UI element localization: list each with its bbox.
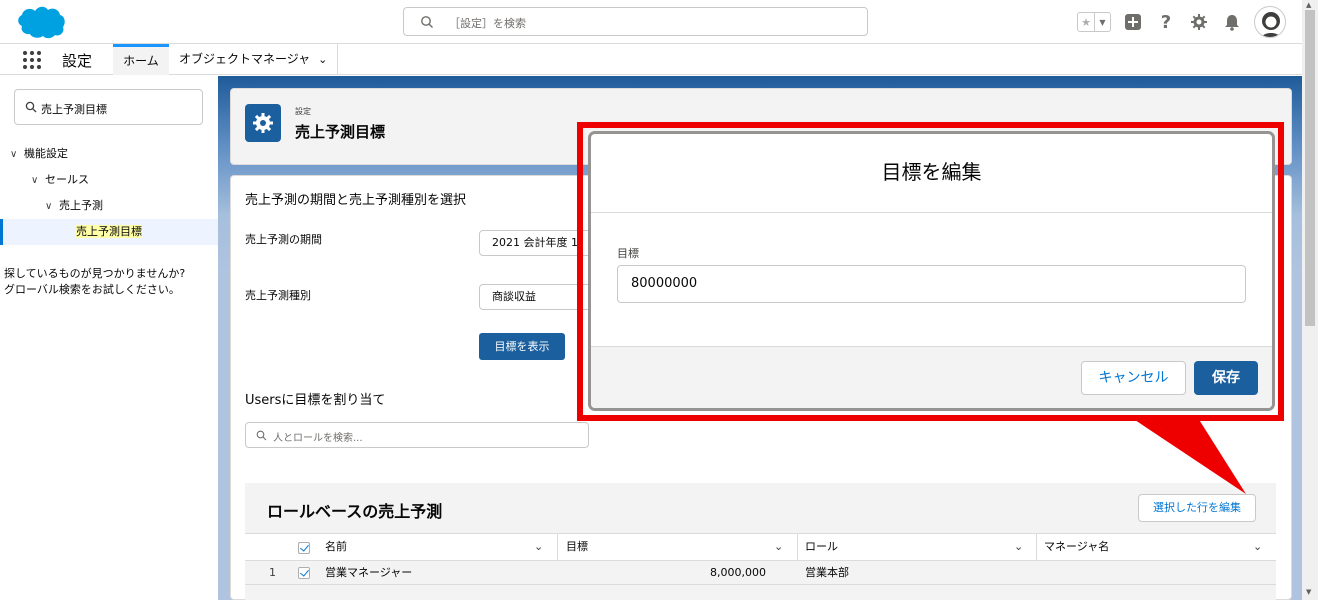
tree-item-feature-settings[interactable]: ∨ 機能設定 xyxy=(0,141,218,167)
tree-item-label: 機能設定 xyxy=(24,147,68,160)
quick-find-value: 売上予測目標 xyxy=(41,103,107,116)
scrollbar-thumb[interactable] xyxy=(1305,10,1315,326)
app-launcher-icon[interactable] xyxy=(22,50,42,70)
column-header-role[interactable]: ロール xyxy=(805,534,838,560)
star-icon[interactable]: ★ xyxy=(1078,13,1094,31)
period-label: 売上予測の期間 xyxy=(245,233,322,246)
table-row[interactable]: 1 営業マネージャー 8,000,000 営業本部 xyxy=(245,561,1276,585)
quick-find-input[interactable]: 売上予測目標 xyxy=(14,89,203,125)
chevron-down-icon[interactable]: ⌄ xyxy=(534,540,543,553)
page-subtitle: 設定 xyxy=(295,107,311,116)
chevron-down-icon[interactable]: ⌄ xyxy=(318,44,327,75)
tree-item-label: 売上予測目標 xyxy=(76,225,142,238)
setup-gear-icon[interactable] xyxy=(1188,11,1210,33)
tree-item-label: セールス xyxy=(45,173,89,186)
edit-selected-rows-button[interactable]: 選択した行を編集 xyxy=(1138,494,1256,522)
column-header-manager[interactable]: マネージャ名 xyxy=(1044,534,1109,560)
cell-role: 営業本部 xyxy=(805,566,849,579)
row-number: 1 xyxy=(269,566,276,579)
role-forecast-section: ロールベースの売上予測 選択した行を編集 名前 ⌄ 目標 ⌄ ロール ⌄ マネー… xyxy=(245,483,1276,600)
role-section-title: ロールベースの売上予測 xyxy=(267,502,443,521)
setup-sidebar: 売上予測目標 ∨ 機能設定 ∨ セールス ∨ 売上予測 売上予測目標 探しているものが… xyxy=(0,76,218,600)
tab-home[interactable]: ホーム xyxy=(113,44,169,75)
column-header-target[interactable]: 目標 xyxy=(566,534,588,560)
favorites-dropdown-icon[interactable]: ▼ xyxy=(1094,13,1110,31)
global-header: ［設定］を検索 ★ ▼ ? xyxy=(0,0,1302,44)
tree-item-forecasts[interactable]: ∨ 売上予測 xyxy=(0,193,218,219)
notification-bell-icon[interactable] xyxy=(1221,11,1243,33)
cell-name: 営業マネージャー xyxy=(325,566,413,579)
app-navbar: 設定 ホーム オブジェクトマネージャ ⌄ xyxy=(0,44,1302,75)
favorites-control[interactable]: ★ ▼ xyxy=(1077,12,1111,32)
search-icon xyxy=(256,430,267,441)
chevron-down-icon[interactable]: ∨ xyxy=(31,168,45,194)
page-title: 売上予測目標 xyxy=(295,123,386,141)
sidebar-help-text: 探しているものが見つかりませんか? グローバル検索をお試しください。 xyxy=(4,266,185,298)
salesforce-logo[interactable] xyxy=(14,5,66,39)
app-name: 設定 xyxy=(62,52,93,70)
tree-item-label: 売上予測 xyxy=(59,199,103,212)
tree-item-forecast-quotas[interactable]: 売上予測目標 xyxy=(0,219,218,245)
chevron-down-icon[interactable]: ⌄ xyxy=(1253,540,1262,553)
search-icon xyxy=(421,16,433,28)
setup-gear-icon xyxy=(245,104,281,142)
assign-targets-title: Usersに目標を割り当て xyxy=(245,393,386,408)
help-line-2: グローバル検索をお試しください。 xyxy=(4,283,180,296)
column-divider xyxy=(557,534,558,560)
add-icon[interactable] xyxy=(1122,11,1144,33)
table-header-row: 名前 ⌄ 目標 ⌄ ロール ⌄ マネージャ名 ⌄ xyxy=(245,533,1276,561)
column-header-name[interactable]: 名前 xyxy=(325,534,347,560)
global-search-input[interactable]: ［設定］を検索 xyxy=(403,7,868,36)
setup-tree: ∨ 機能設定 ∨ セールス ∨ 売上予測 売上予測目標 xyxy=(0,141,218,245)
red-highlight-box xyxy=(577,122,1284,421)
tab-object-manager[interactable]: オブジェクトマネージャ ⌄ xyxy=(169,44,339,75)
chevron-down-icon[interactable]: ∨ xyxy=(10,142,24,168)
role-forecast-table: 名前 ⌄ 目標 ⌄ ロール ⌄ マネージャ名 ⌄ 1 営業マネージャー 8,00… xyxy=(245,533,1276,585)
chevron-down-icon[interactable]: ∨ xyxy=(45,194,59,220)
tab-object-manager-label: オブジェクトマネージャ xyxy=(179,52,311,66)
page-scrollbar[interactable]: ▲ ▼ xyxy=(1302,0,1318,600)
help-line-1: 探しているものが見つかりませんか? xyxy=(4,267,186,280)
red-annotation-arrow xyxy=(1132,418,1246,494)
people-search-placeholder: 人とロールを検索... xyxy=(273,433,363,444)
forecast-type-label: 売上予測種別 xyxy=(245,289,311,302)
column-divider xyxy=(797,534,798,560)
people-role-search-input[interactable]: 人とロールを検索... xyxy=(245,422,589,448)
row-checkbox[interactable] xyxy=(298,567,310,579)
scroll-down-icon[interactable]: ▼ xyxy=(1306,588,1311,596)
cell-target: 8,000,000 xyxy=(710,566,766,579)
select-all-checkbox[interactable] xyxy=(298,542,310,554)
header-icons: ★ ▼ ? xyxy=(1077,4,1286,40)
search-placeholder: ［設定］を検索 xyxy=(449,17,526,30)
column-divider xyxy=(1036,534,1037,560)
section-title: 売上予測の期間と売上予測種別を選択 xyxy=(245,193,467,208)
search-icon xyxy=(25,101,37,113)
avatar[interactable] xyxy=(1254,6,1286,38)
tree-item-sales[interactable]: ∨ セールス xyxy=(0,167,218,193)
help-icon[interactable]: ? xyxy=(1155,11,1177,33)
chevron-down-icon[interactable]: ⌄ xyxy=(1014,540,1023,553)
show-targets-button[interactable]: 目標を表示 xyxy=(479,333,565,360)
chevron-down-icon[interactable]: ⌄ xyxy=(774,540,783,553)
scroll-up-icon[interactable]: ▲ xyxy=(1306,1,1311,9)
